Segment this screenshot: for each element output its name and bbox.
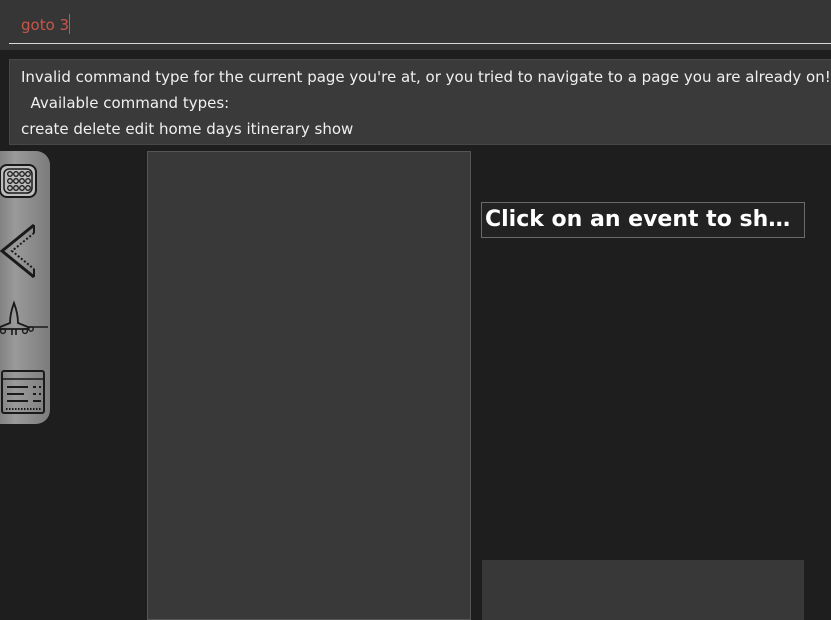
command-bar: goto 3: [0, 0, 831, 50]
command-input-text: goto 3: [21, 16, 70, 34]
result-line-command-types: create delete edit home days itinerary s…: [21, 120, 354, 138]
calendar-grid-icon[interactable]: [0, 155, 50, 207]
result-line-available-header: Available command types:: [21, 94, 230, 112]
result-display: Invalid command type for the current pag…: [9, 59, 831, 145]
command-input[interactable]: goto 3: [9, 6, 831, 44]
sidebar-dock: [0, 151, 50, 424]
event-detail-title: Click on an event to show d...: [481, 202, 805, 238]
event-detail-box: [482, 560, 804, 620]
text-caret: [69, 14, 71, 34]
itinerary-list-icon[interactable]: [0, 367, 50, 419]
event-list-panel[interactable]: [147, 151, 471, 620]
back-arrow-icon[interactable]: [0, 221, 50, 279]
airplane-icon[interactable]: [0, 299, 50, 351]
result-line-error: Invalid command type for the current pag…: [21, 68, 831, 86]
